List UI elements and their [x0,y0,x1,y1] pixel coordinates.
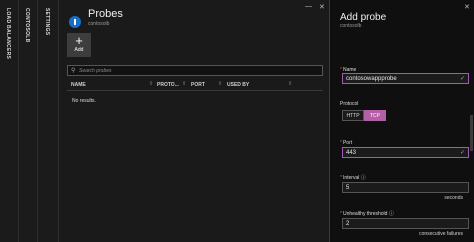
close-icon[interactable]: ✕ [319,3,325,11]
minimize-icon[interactable]: — [305,3,312,10]
column-header-used-by[interactable]: USED BY [227,82,249,88]
scrollbar[interactable] [470,115,473,151]
protocol-toggle[interactable]: HTTP TCP [342,110,386,121]
port-value: 443 [346,150,357,156]
port-field[interactable]: 443 ✓ [342,147,469,158]
checkmark-icon: ✓ [459,150,465,156]
blade-title: Add probe [340,12,387,23]
close-icon[interactable]: ✕ [464,3,470,11]
sort-icon[interactable]: ⇧ [182,81,186,87]
search-icon: ⚲ [71,68,76,74]
column-header-port[interactable]: PORT [191,82,205,88]
name-value: contosowappprobe [346,76,397,82]
threshold-value: 2 [346,221,350,227]
table-header: NAME ⇧ PROTO... ⇧ PORT ⇧ USED BY ⇧ [67,80,323,91]
search-input[interactable] [79,66,319,75]
column-header-name[interactable]: NAME [71,82,86,88]
strip-label: SETTINGS [44,8,50,36]
port-label: *Port [340,140,353,146]
name-field[interactable]: contosowappprobe ✓ [342,73,469,84]
probes-blade: Probes contosolb — ✕ + Add ⚲ NAME ⇧ PROT… [59,0,330,242]
protocol-option-tcp[interactable]: TCP [364,110,386,121]
search-box[interactable]: ⚲ [67,65,323,76]
blade-title: Probes [88,8,123,20]
required-marker: * [340,211,342,217]
column-header-protocol[interactable]: PROTO... [157,82,179,88]
add-button-label: Add [74,47,84,53]
checkmark-icon: ✓ [459,76,465,82]
blade-subtitle: contosolb [340,23,362,29]
sort-icon[interactable]: ⇧ [149,81,153,87]
blade-strip-settings[interactable]: SETTINGS [38,0,59,242]
interval-label: *Interval ⓘ [340,175,366,181]
strip-label: CONTOSOLB [24,8,30,43]
sort-icon[interactable]: ⇧ [218,81,222,87]
sort-icon[interactable]: ⇧ [288,81,292,87]
info-icon: ⓘ [360,175,366,181]
required-marker: * [340,175,342,181]
protocol-label: Protocol [340,101,359,107]
threshold-field[interactable]: 2 [342,218,469,229]
blade-strip-contosolb[interactable]: CONTOSOLB [19,0,38,242]
add-button[interactable]: + Add [67,33,91,57]
info-icon: ⓘ [388,211,394,217]
threshold-label: *Unhealthy threshold ⓘ [340,211,394,217]
blade-strip-load-balancers[interactable]: LOAD BALANCERS [0,0,19,242]
interval-unit: seconds [444,195,463,201]
interval-field[interactable]: 5 [342,182,469,193]
load-balancer-icon [69,16,81,28]
interval-value: 5 [346,185,350,191]
required-marker: * [340,140,342,146]
add-probe-blade: Add probe contosolb ✕ *Name contosowappp… [331,0,474,242]
plus-icon: + [75,33,83,48]
empty-message: No results. [72,98,96,104]
threshold-unit: consecutive failures [419,231,463,237]
blade-subtitle: contosolb [88,21,110,27]
protocol-option-http[interactable]: HTTP [342,110,364,121]
strip-label: LOAD BALANCERS [5,8,11,60]
